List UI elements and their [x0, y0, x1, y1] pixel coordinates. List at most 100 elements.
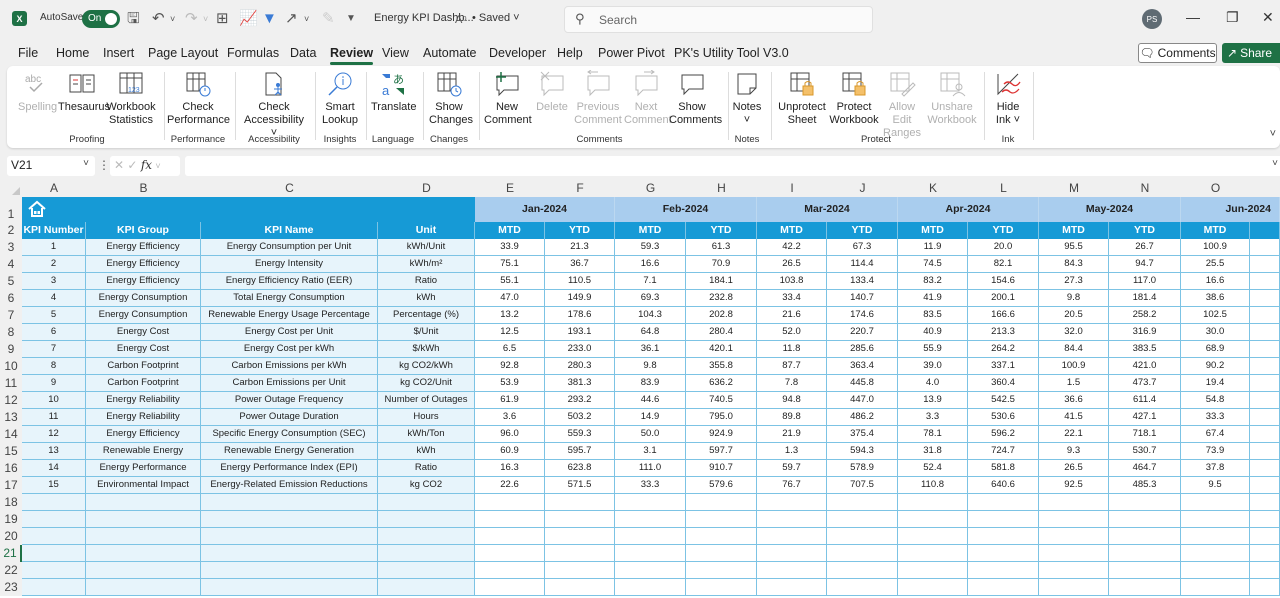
cell[interactable]: kWh: [378, 443, 475, 460]
delete-comment-button[interactable]: Delete: [535, 70, 569, 114]
cell[interactable]: Carbon Footprint: [86, 358, 201, 375]
cell[interactable]: kWh: [378, 290, 475, 307]
ribbon-collapse-icon[interactable]: ˅: [1270, 128, 1276, 140]
cell[interactable]: [1109, 528, 1181, 545]
protect-workbook-button[interactable]: Protect Workbook: [829, 70, 879, 127]
cell[interactable]: [1250, 358, 1280, 375]
cell[interactable]: [1181, 579, 1250, 596]
cell[interactable]: 94.8: [757, 392, 827, 409]
cell[interactable]: 36.1: [615, 341, 686, 358]
row-header-2[interactable]: 2: [0, 222, 22, 239]
cell[interactable]: [757, 579, 827, 596]
cell[interactable]: 383.5: [1109, 341, 1181, 358]
cell[interactable]: 14.9: [615, 409, 686, 426]
cell[interactable]: [686, 511, 757, 528]
cell[interactable]: [757, 562, 827, 579]
cell[interactable]: [1039, 545, 1109, 562]
cell[interactable]: 149.9: [545, 290, 615, 307]
insert-function-icon[interactable]: fx: [141, 158, 152, 172]
cell[interactable]: 26.7: [1109, 239, 1181, 256]
cell[interactable]: Energy Cost per kWh: [201, 341, 378, 358]
cell[interactable]: 724.7: [968, 443, 1039, 460]
column-header-h[interactable]: H: [686, 180, 757, 197]
cell[interactable]: 30.0: [1181, 324, 1250, 341]
cell[interactable]: 420.1: [686, 341, 757, 358]
cell[interactable]: [378, 579, 475, 596]
cell[interactable]: 47.0: [475, 290, 545, 307]
cell[interactable]: [201, 579, 378, 596]
cell[interactable]: [757, 494, 827, 511]
cell[interactable]: [686, 562, 757, 579]
cell[interactable]: $/kWh: [378, 341, 475, 358]
filter-icon[interactable]: ▼: [262, 9, 277, 29]
cell[interactable]: Carbon Emissions per Unit: [201, 375, 378, 392]
cell[interactable]: 31.8: [898, 443, 968, 460]
cell[interactable]: 92.8: [475, 358, 545, 375]
cell[interactable]: [378, 511, 475, 528]
cell[interactable]: 636.2: [686, 375, 757, 392]
cell[interactable]: 12: [22, 426, 86, 443]
cell[interactable]: [1250, 409, 1280, 426]
column-header-c[interactable]: C: [201, 180, 378, 197]
cell[interactable]: Hours: [378, 409, 475, 426]
cell[interactable]: 16.3: [475, 460, 545, 477]
cell[interactable]: 264.2: [968, 341, 1039, 358]
cell[interactable]: 611.4: [1109, 392, 1181, 409]
cell[interactable]: 9: [22, 375, 86, 392]
cell[interactable]: 87.7: [757, 358, 827, 375]
cell[interactable]: 50.0: [615, 426, 686, 443]
cell[interactable]: 166.6: [968, 307, 1039, 324]
cell[interactable]: kg CO2/kWh: [378, 358, 475, 375]
cell[interactable]: [1109, 579, 1181, 596]
cell[interactable]: 114.4: [827, 256, 898, 273]
undo-icon[interactable]: ↶: [152, 9, 165, 29]
cell[interactable]: 100.9: [1039, 358, 1109, 375]
cell[interactable]: [1250, 273, 1280, 290]
chevron-down-icon[interactable]: ˅: [155, 161, 160, 171]
cell[interactable]: 220.7: [827, 324, 898, 341]
cell[interactable]: Carbon Emissions per kWh: [201, 358, 378, 375]
cell[interactable]: [968, 511, 1039, 528]
cell[interactable]: 83.9: [615, 375, 686, 392]
cell[interactable]: 3.1: [615, 443, 686, 460]
cell[interactable]: 59.7: [757, 460, 827, 477]
cell[interactable]: 559.3: [545, 426, 615, 443]
cell[interactable]: [898, 579, 968, 596]
cell[interactable]: 110.5: [545, 273, 615, 290]
cell[interactable]: [22, 511, 86, 528]
cell[interactable]: 530.6: [968, 409, 1039, 426]
cell[interactable]: 8: [22, 358, 86, 375]
cell[interactable]: 16.6: [615, 256, 686, 273]
column-header-j[interactable]: J: [827, 180, 898, 197]
cell[interactable]: 355.8: [686, 358, 757, 375]
row-header-16[interactable]: 16: [0, 460, 22, 477]
cell[interactable]: 12.5: [475, 324, 545, 341]
cell[interactable]: 9.3: [1039, 443, 1109, 460]
cell[interactable]: 33.4: [757, 290, 827, 307]
cell[interactable]: [1181, 562, 1250, 579]
row-header-19[interactable]: 19: [0, 511, 22, 528]
cell[interactable]: [968, 545, 1039, 562]
cell[interactable]: [827, 562, 898, 579]
cell[interactable]: 90.2: [1181, 358, 1250, 375]
cell[interactable]: [378, 494, 475, 511]
cell[interactable]: Energy Consumption: [86, 290, 201, 307]
cell[interactable]: [1250, 528, 1280, 545]
select-all-corner[interactable]: [0, 180, 22, 197]
notes-button[interactable]: Notes ˅: [731, 70, 763, 127]
cell[interactable]: kg CO2: [378, 477, 475, 494]
cell[interactable]: 20.0: [968, 239, 1039, 256]
tab-review[interactable]: Review: [330, 46, 374, 65]
cell[interactable]: [757, 545, 827, 562]
cell[interactable]: Energy Efficiency: [86, 426, 201, 443]
cell[interactable]: 375.4: [827, 426, 898, 443]
cell[interactable]: 95.5: [1039, 239, 1109, 256]
cell[interactable]: 52.0: [757, 324, 827, 341]
cell[interactable]: [968, 579, 1039, 596]
cell[interactable]: 174.6: [827, 307, 898, 324]
cell[interactable]: 181.4: [1109, 290, 1181, 307]
cell[interactable]: 33.3: [1181, 409, 1250, 426]
comments-button[interactable]: 🗨 Comments: [1138, 43, 1217, 63]
formula-input[interactable]: ˅: [185, 156, 1280, 176]
cell[interactable]: [1109, 511, 1181, 528]
